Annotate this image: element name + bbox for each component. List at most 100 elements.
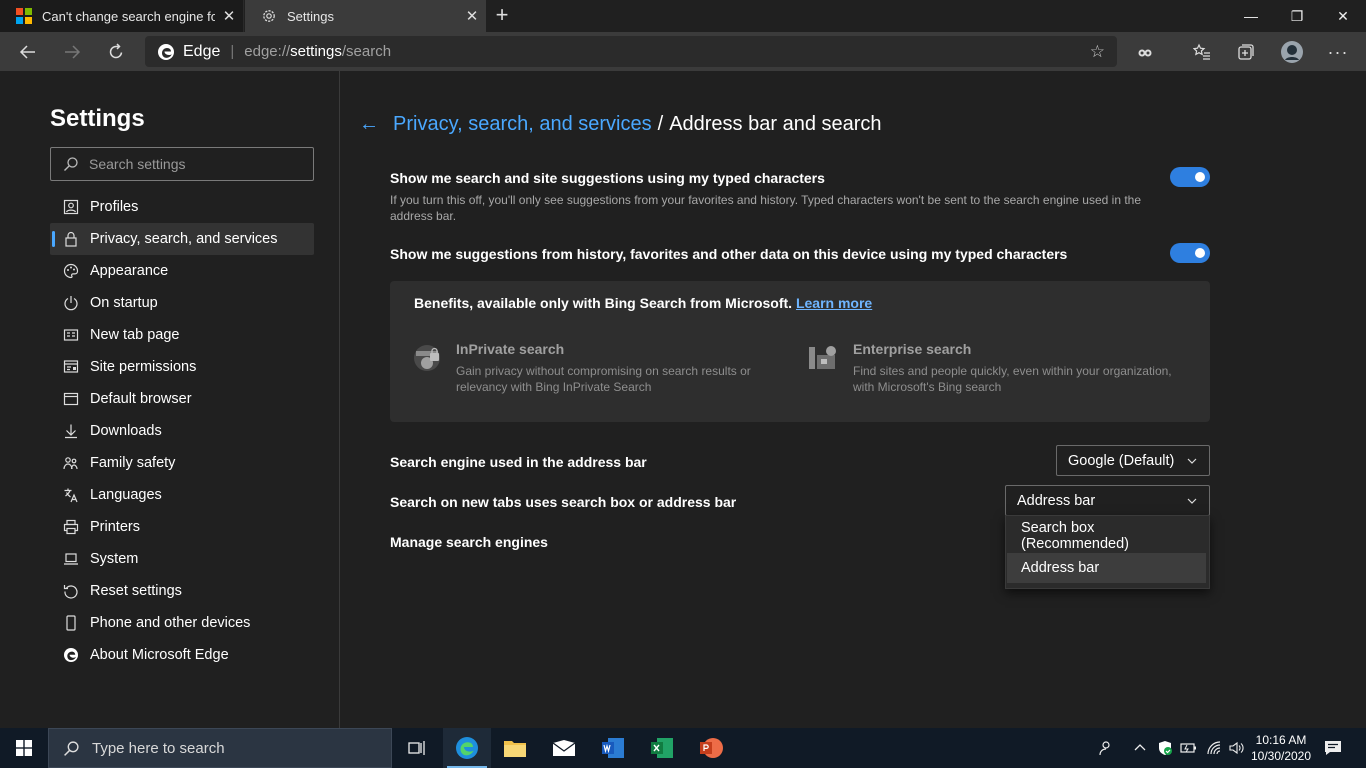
profile-button[interactable] [1276, 36, 1308, 68]
wifi-icon [1207, 741, 1221, 755]
newtab-icon [60, 327, 82, 343]
show-hidden-icons-button[interactable] [1130, 728, 1150, 768]
minimize-button[interactable]: — [1228, 0, 1274, 32]
sidebar-item-appearance[interactable]: Appearance [50, 255, 314, 287]
gear-icon [263, 10, 275, 22]
reset-icon [60, 583, 82, 599]
more-menu-button[interactable]: ··· [1322, 36, 1354, 68]
task-view-button[interactable] [393, 728, 441, 768]
search-settings-box[interactable] [50, 147, 314, 181]
lock-icon [60, 231, 82, 247]
new-tab-button[interactable]: + [490, 4, 514, 28]
taskbar: Type here to search 10:16 AM 10/30/2020 [0, 728, 1366, 768]
battery-icon [1180, 743, 1196, 753]
new-tabs-search-select[interactable]: Address bar [1005, 485, 1210, 516]
battery-tray-button[interactable] [1179, 728, 1199, 768]
people-icon [1099, 741, 1110, 756]
family-icon [60, 455, 82, 471]
address-separator: | [230, 43, 235, 60]
sidebar-item-default-browser[interactable]: Default browser [50, 383, 314, 415]
sidebar-item-label: Privacy, search, and services [90, 231, 278, 247]
new-tabs-search-value: Address bar [1017, 492, 1096, 509]
chevron-down-icon [1187, 498, 1197, 504]
sidebar-item-languages[interactable]: Languages [50, 479, 314, 511]
task-view-icon [408, 741, 425, 755]
security-tray-button[interactable] [1155, 728, 1175, 768]
settings-sidebar: Settings Profiles Privacy, search, and s… [0, 71, 340, 728]
volume-icon [1229, 741, 1244, 755]
sidebar-item-label: Default browser [90, 391, 192, 407]
taskbar-mail[interactable] [540, 728, 588, 768]
breadcrumb: ← Privacy, search, and services / Addres… [359, 113, 882, 136]
system-clock[interactable]: 10:16 AM 10/30/2020 [1245, 732, 1317, 764]
sidebar-item-profiles[interactable]: Profiles [50, 191, 314, 223]
download-icon [60, 423, 82, 439]
breadcrumb-parent-link[interactable]: Privacy, search, and services [393, 113, 652, 136]
favorite-star-icon[interactable]: ☆ [1090, 42, 1105, 62]
sidebar-item-label: System [90, 551, 139, 567]
refresh-button[interactable] [100, 36, 132, 68]
action-center-button[interactable] [1322, 728, 1344, 768]
extension-icon [1138, 49, 1152, 57]
tab-close-icon[interactable]: ✕ [458, 7, 486, 25]
taskbar-edge[interactable] [443, 728, 491, 768]
search-icon [64, 157, 78, 171]
search-settings-input[interactable] [89, 156, 289, 172]
manage-search-engines-link[interactable]: Manage search engines [390, 534, 548, 550]
sidebar-item-reset-settings[interactable]: Reset settings [50, 575, 314, 607]
sidebar-item-phone-devices[interactable]: Phone and other devices [50, 607, 314, 639]
taskbar-excel[interactable] [638, 728, 686, 768]
sidebar-item-family-safety[interactable]: Family safety [50, 447, 314, 479]
sidebar-item-site-permissions[interactable]: Site permissions [50, 351, 314, 383]
restore-button[interactable]: ❐ [1274, 0, 1320, 32]
taskbar-powerpoint[interactable] [687, 728, 735, 768]
sidebar-item-system[interactable]: System [50, 543, 314, 575]
volume-tray-button[interactable] [1227, 728, 1247, 768]
sidebar-item-downloads[interactable]: Downloads [50, 415, 314, 447]
forward-button[interactable] [56, 36, 88, 68]
tab-close-icon[interactable]: ✕ [215, 7, 243, 25]
tab-settings[interactable]: Settings ✕ [245, 0, 486, 32]
bing-benefits-card: Benefits, available only with Bing Searc… [390, 281, 1210, 422]
people-button[interactable] [1094, 728, 1116, 768]
microsoft-logo-icon [16, 8, 32, 24]
refresh-icon [109, 43, 123, 59]
toggle-knob [1195, 172, 1205, 182]
windows-logo-icon [16, 740, 32, 756]
sidebar-item-on-startup[interactable]: On startup [50, 287, 314, 319]
taskbar-search-box[interactable]: Type here to search [48, 728, 392, 768]
sidebar-item-printers[interactable]: Printers [50, 511, 314, 543]
enterprise-search-icon [809, 346, 836, 369]
network-tray-button[interactable] [1204, 728, 1224, 768]
learn-more-link[interactable]: Learn more [796, 295, 872, 311]
search-engine-select[interactable]: Google (Default) [1056, 445, 1210, 476]
sidebar-item-label: Site permissions [90, 359, 197, 375]
dropdown-option-search-box[interactable]: Search box (Recommended) [1007, 520, 1206, 552]
favorites-button[interactable] [1186, 36, 1218, 68]
toggle-knob [1195, 248, 1205, 258]
power-icon [60, 295, 82, 311]
close-window-button[interactable]: ✕ [1320, 0, 1366, 32]
taskbar-file-explorer[interactable] [491, 728, 539, 768]
phone-icon [60, 615, 82, 631]
collections-button[interactable] [1230, 36, 1262, 68]
word-icon [602, 738, 624, 758]
address-bar[interactable]: Edge | edge:// settings /search ☆ [145, 36, 1117, 67]
sidebar-item-privacy[interactable]: Privacy, search, and services [50, 223, 314, 255]
back-arrow-icon[interactable]: ← [359, 113, 379, 136]
sidebar-item-label: Appearance [90, 263, 169, 279]
sidebar-item-label: About Microsoft Edge [90, 647, 229, 663]
back-button[interactable] [12, 36, 44, 68]
typed-suggestions-toggle[interactable] [1170, 167, 1210, 187]
sidebar-item-label: Profiles [90, 199, 139, 215]
history-suggestions-toggle[interactable] [1170, 243, 1210, 263]
taskbar-word[interactable] [589, 728, 637, 768]
start-button[interactable] [0, 728, 48, 768]
sidebar-item-new-tab-page[interactable]: New tab page [50, 319, 314, 351]
sidebar-item-about-edge[interactable]: About Microsoft Edge [50, 639, 314, 671]
excel-icon [651, 738, 673, 758]
tab-search-article[interactable]: Can't change search engine for t ✕ [0, 0, 244, 32]
favorites-list-icon [1193, 43, 1210, 60]
extension-button[interactable] [1129, 36, 1161, 68]
dropdown-option-address-bar[interactable]: Address bar [1007, 553, 1206, 583]
